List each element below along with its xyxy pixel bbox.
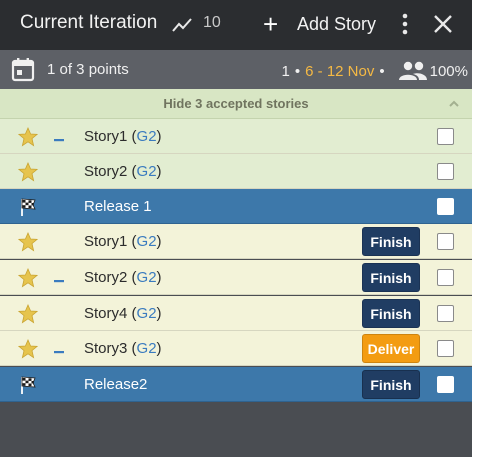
iteration-dates: 6 - 12 Nov bbox=[305, 62, 375, 80]
deliver-button[interactable]: Deliver bbox=[362, 334, 420, 363]
story-label-tag[interactable]: G2 bbox=[137, 128, 157, 145]
current-iteration-panel: Current Iteration 10 + Add Story 1 of 3 … bbox=[0, 0, 472, 457]
story-label-tag[interactable]: G2 bbox=[137, 163, 157, 180]
accepted-stories-toggle[interactable]: Hide 3 accepted stories bbox=[0, 89, 472, 119]
story-title: Release 1 bbox=[84, 198, 152, 215]
story-row[interactable]: Story4 (G2) Finish bbox=[0, 296, 472, 331]
more-vertical-icon[interactable] bbox=[397, 12, 413, 36]
feature-star-icon bbox=[18, 232, 38, 252]
story-title: Story2 (G2) bbox=[84, 269, 162, 286]
story-label-tag[interactable]: G2 bbox=[137, 305, 157, 322]
estimate-icon bbox=[54, 351, 64, 354]
select-checkbox[interactable] bbox=[437, 269, 454, 286]
story-name: Release2 bbox=[84, 376, 148, 393]
finish-button[interactable]: Finish bbox=[362, 227, 420, 256]
hide-accepted-label: Hide 3 accepted stories bbox=[163, 96, 309, 111]
finish-button[interactable]: Finish bbox=[362, 263, 420, 292]
story-title: Story2 (G2) bbox=[84, 163, 162, 180]
iteration-info: 1 • 6 - 12 Nov • 100% bbox=[282, 61, 468, 81]
story-label-tag[interactable]: G2 bbox=[137, 269, 157, 286]
story-name: Story2 bbox=[84, 163, 128, 180]
finish-button[interactable]: Finish bbox=[362, 370, 420, 399]
team-strength: 100% bbox=[429, 62, 468, 80]
estimate-icon bbox=[54, 139, 64, 142]
story-title: Story3 (G2) bbox=[84, 340, 162, 357]
select-checkbox[interactable] bbox=[437, 340, 454, 357]
close-icon[interactable] bbox=[432, 13, 454, 35]
feature-star-icon bbox=[18, 304, 38, 324]
feature-star-icon bbox=[18, 268, 38, 288]
plus-icon: + bbox=[263, 9, 279, 39]
panel-header: Current Iteration 10 + Add Story bbox=[0, 0, 472, 50]
story-row[interactable]: Story1 (G2) Finish bbox=[0, 224, 472, 259]
release-flag-icon bbox=[21, 198, 36, 216]
add-story-button[interactable]: + Add Story bbox=[263, 11, 376, 37]
calendar-icon bbox=[11, 58, 35, 82]
story-name: Release 1 bbox=[84, 198, 152, 215]
story-name: Story1 bbox=[84, 128, 128, 145]
chevron-up-icon bbox=[449, 100, 459, 107]
story-name: Story1 bbox=[84, 233, 128, 250]
release-row[interactable]: Release 1 bbox=[0, 189, 472, 224]
story-row[interactable]: Story3 (G2) Deliver bbox=[0, 331, 472, 366]
feature-star-icon bbox=[18, 127, 38, 147]
story-title: Story1 (G2) bbox=[84, 233, 162, 250]
release-row[interactable]: Release2 Finish bbox=[0, 367, 472, 402]
release-flag-icon bbox=[21, 376, 36, 394]
select-checkbox[interactable] bbox=[437, 128, 454, 145]
feature-star-icon bbox=[18, 339, 38, 359]
feature-star-icon bbox=[18, 162, 38, 182]
story-title: Story4 (G2) bbox=[84, 305, 162, 322]
select-checkbox[interactable] bbox=[437, 305, 454, 322]
finish-button[interactable]: Finish bbox=[362, 299, 420, 328]
add-story-label: Add Story bbox=[297, 13, 377, 34]
story-label-tag[interactable]: G2 bbox=[137, 233, 157, 250]
velocity-value: 10 bbox=[203, 14, 221, 31]
select-checkbox[interactable] bbox=[437, 198, 454, 215]
panel-title: Current Iteration bbox=[20, 12, 158, 33]
estimate-icon bbox=[54, 280, 64, 283]
story-name: Story2 bbox=[84, 269, 128, 286]
iteration-subheader: 1 of 3 points 1 • 6 - 12 Nov • 100% bbox=[0, 50, 472, 89]
separator-dot: • bbox=[379, 62, 385, 80]
story-title: Release2 bbox=[84, 376, 147, 393]
select-checkbox[interactable] bbox=[437, 233, 454, 250]
story-row[interactable]: Story1 (G2) bbox=[0, 119, 472, 154]
trend-line-icon bbox=[172, 18, 192, 32]
story-name: Story3 bbox=[84, 340, 128, 357]
story-name: Story4 bbox=[84, 305, 128, 322]
select-checkbox[interactable] bbox=[437, 376, 454, 393]
story-row[interactable]: Story2 (G2) Finish bbox=[0, 260, 472, 295]
iteration-number: 1 bbox=[281, 62, 290, 80]
story-row[interactable]: Story2 (G2) bbox=[0, 154, 472, 189]
separator-dot: • bbox=[294, 62, 301, 80]
story-label-tag[interactable]: G2 bbox=[137, 340, 157, 357]
select-checkbox[interactable] bbox=[437, 163, 454, 180]
points-summary: 1 of 3 points bbox=[47, 61, 129, 78]
team-icon bbox=[398, 61, 427, 80]
story-title: Story1 (G2) bbox=[84, 128, 162, 145]
